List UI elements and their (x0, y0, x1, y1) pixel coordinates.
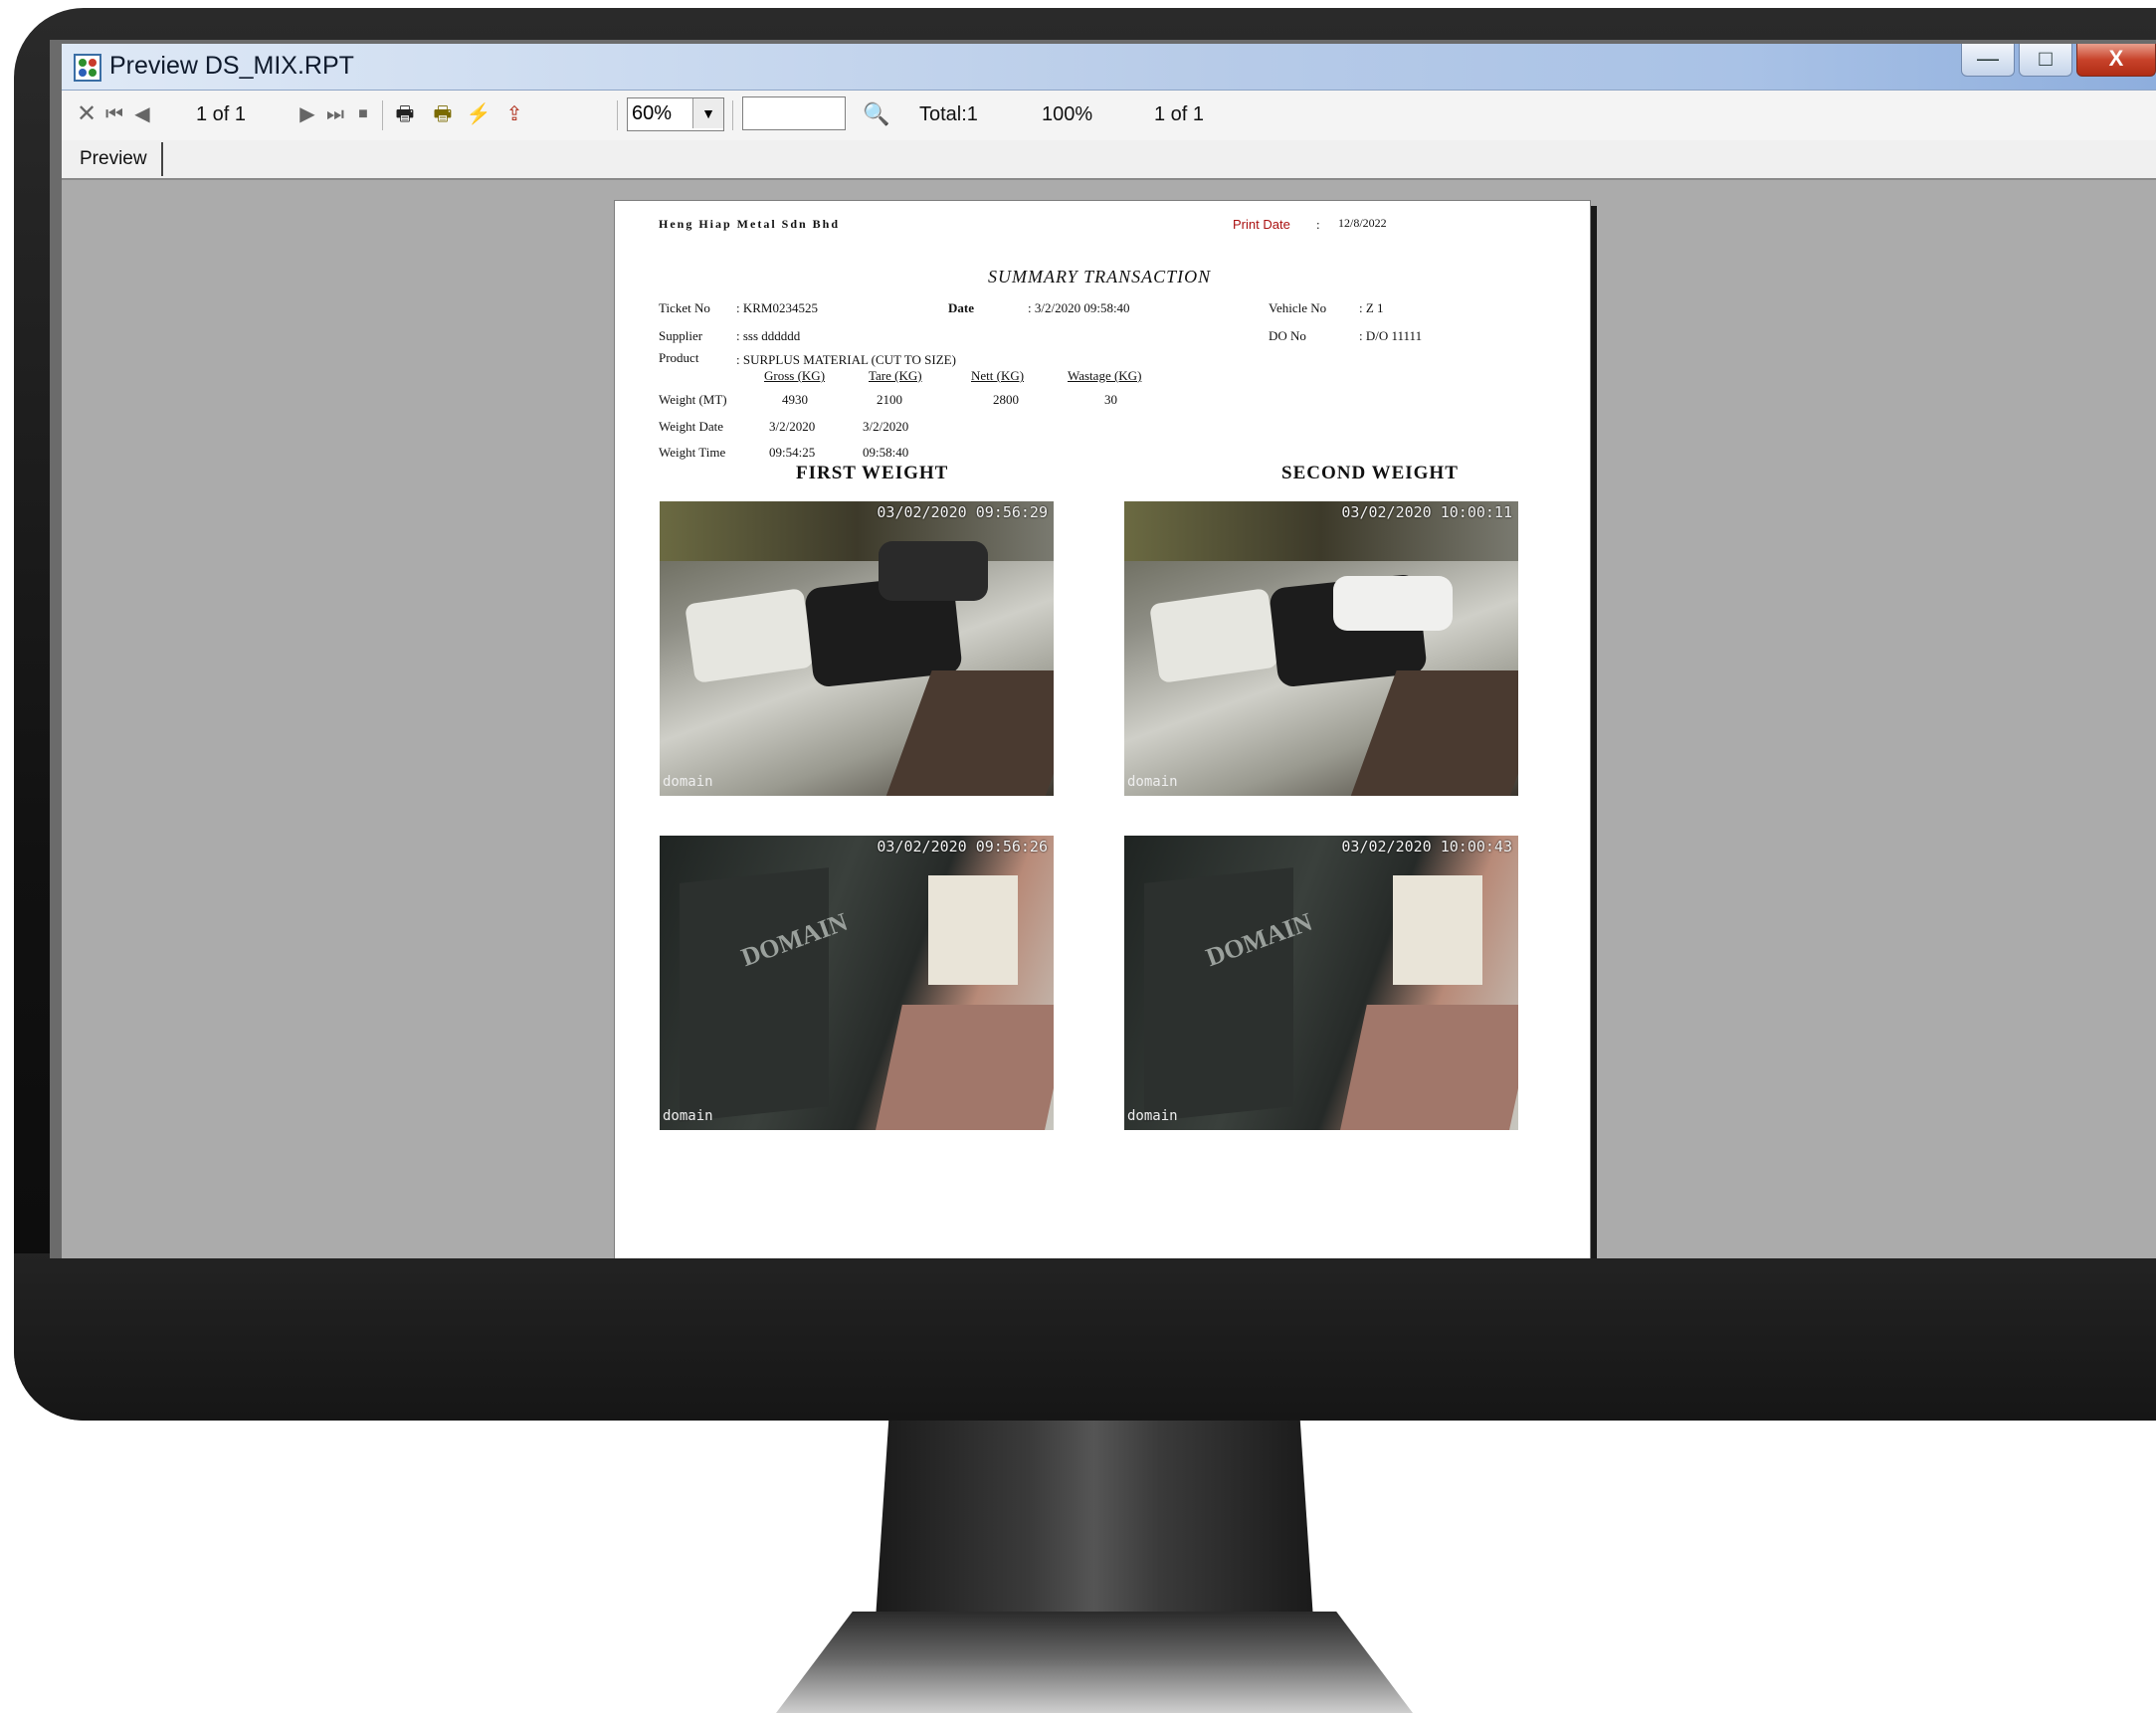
weight-gross: 4930 (782, 392, 808, 407)
date-value: : 3/2/2020 09:58:40 (1028, 300, 1130, 315)
weight-tare: 2100 (877, 392, 902, 407)
do-value: : D/O 11111 (1359, 328, 1423, 343)
total-count: Total:1 (919, 103, 978, 125)
binoculars-search-icon[interactable]: 🔍 (858, 98, 895, 130)
maximize-button[interactable]: □ (2019, 44, 2072, 77)
export-icon[interactable]: ⇪ (499, 98, 529, 130)
close-button[interactable]: X (2076, 44, 2156, 77)
report-page: Heng Hiap Metal Sdn Bhd Print Date : 12/… (614, 200, 1591, 1258)
weight-time-label: Weight Time (659, 445, 726, 460)
window-title: Preview DS_MIX.RPT (109, 52, 354, 80)
wastage-header: Wastage (KG) (1068, 368, 1142, 383)
weight-label: Weight (MT) (659, 392, 727, 407)
zoom-percent: 100% (1042, 103, 1093, 125)
second-weight-camera-image-2: DOMAIN 03/02/2020 10:00:43 domain (1124, 836, 1518, 1130)
first-top-timestamp: 03/02/2020 09:56:29 (877, 503, 1048, 521)
print-icon[interactable]: 🖶 (390, 98, 420, 130)
supplier-value: : sss dddddd (736, 328, 801, 343)
vehicle-label: Vehicle No (1269, 300, 1327, 315)
weight-wastage: 30 (1104, 392, 1117, 407)
page-count: 1 of 1 (1154, 103, 1205, 125)
first-weight-camera-image-2: DOMAIN 03/02/2020 09:56:26 domain (660, 836, 1054, 1130)
gross-header: Gross (KG) (764, 368, 826, 383)
second-bottom-timestamp: 03/02/2020 10:00:43 (1341, 838, 1512, 856)
minimize-button[interactable]: — (1961, 44, 2015, 77)
tab-preview[interactable]: Preview (66, 142, 163, 176)
title-bar[interactable]: Preview DS_MIX.RPT — □ X (62, 44, 2156, 91)
print-date-value: 12/8/2022 (1338, 216, 1387, 230)
first-top-watermark: domain (663, 774, 713, 790)
print-date-colon: : (1316, 217, 1320, 232)
report-heading: SUMMARY TRANSACTION (988, 267, 1212, 286)
weight-date-second: 3/2/2020 (863, 419, 909, 434)
first-bottom-timestamp: 03/02/2020 09:56:26 (877, 838, 1048, 856)
print-setup-icon[interactable]: 🖶 (428, 98, 458, 130)
preview-window: Preview DS_MIX.RPT — □ X ✕ ⏮ ◀ 1 of 1 ▶ … (62, 44, 2156, 1258)
monitor-stand-base (776, 1612, 1413, 1713)
print-date-label: Print Date (1233, 217, 1290, 232)
page-indicator: 1 of 1 (195, 103, 247, 125)
toolbar-separator (382, 100, 383, 130)
company-name: Heng Hiap Metal Sdn Bhd (659, 217, 841, 231)
supplier-label: Supplier (659, 328, 703, 343)
nett-header: Nett (KG) (971, 368, 1025, 383)
weight-date-label: Weight Date (659, 419, 724, 434)
product-value: : SURPLUS MATERIAL (CUT TO SIZE) (736, 352, 956, 367)
previous-page-icon[interactable]: ◀ (127, 98, 157, 130)
weight-time-second: 09:58:40 (863, 445, 909, 460)
toolbar-separator (732, 100, 733, 130)
first-page-icon[interactable]: ⏮ (99, 98, 129, 130)
next-page-icon[interactable]: ▶ (293, 98, 322, 130)
weight-nett: 2800 (993, 392, 1019, 407)
tab-bar: Preview (62, 140, 2156, 180)
last-page-icon[interactable]: ⏭ (320, 98, 350, 130)
zoom-value: 60% (632, 102, 673, 124)
monitor-chin (14, 1253, 2156, 1421)
monitor-stand-neck (876, 1421, 1313, 1619)
app-icon (74, 54, 101, 82)
second-top-watermark: domain (1127, 774, 1178, 790)
weight-date-first: 3/2/2020 (769, 419, 816, 434)
second-bottom-watermark: domain (1127, 1108, 1178, 1124)
date-label: Date (948, 300, 974, 315)
close-view-icon[interactable]: ✕ (72, 98, 101, 130)
refresh-lightning-icon[interactable]: ⚡ (464, 98, 493, 130)
first-bottom-watermark: domain (663, 1108, 713, 1124)
window-controls: — □ X (1957, 44, 2156, 77)
stop-icon[interactable]: ■ (348, 98, 378, 130)
ticket-value: : KRM0234525 (736, 300, 818, 315)
chevron-down-icon[interactable]: ▼ (692, 98, 723, 128)
report-viewer[interactable]: Heng Hiap Metal Sdn Bhd Print Date : 12/… (62, 180, 2156, 1258)
monitor-screen: Preview DS_MIX.RPT — □ X ✕ ⏮ ◀ 1 of 1 ▶ … (50, 40, 2156, 1258)
weight-time-first: 09:54:25 (769, 445, 816, 460)
first-weight-title: FIRST WEIGHT (796, 463, 949, 483)
second-weight-title: SECOND WEIGHT (1281, 463, 1459, 483)
toolbar-separator (617, 100, 618, 130)
report-toolbar: ✕ ⏮ ◀ 1 of 1 ▶ ⏭ ■ 🖶 🖶 ⚡ ⇪ 60% ▼ 🔍 Total… (62, 91, 2156, 141)
tare-header: Tare (KG) (869, 368, 922, 383)
zoom-select[interactable]: 60% ▼ (627, 97, 724, 131)
second-weight-camera-image-1: 03/02/2020 10:00:11 domain (1124, 501, 1518, 796)
product-label: Product (659, 350, 699, 365)
ticket-label: Ticket No (659, 300, 710, 315)
search-input[interactable] (742, 96, 846, 130)
vehicle-value: : Z 1 (1359, 300, 1384, 315)
first-weight-camera-image-1: 03/02/2020 09:56:29 domain (660, 501, 1054, 796)
do-label: DO No (1269, 328, 1306, 343)
second-top-timestamp: 03/02/2020 10:00:11 (1341, 503, 1512, 521)
